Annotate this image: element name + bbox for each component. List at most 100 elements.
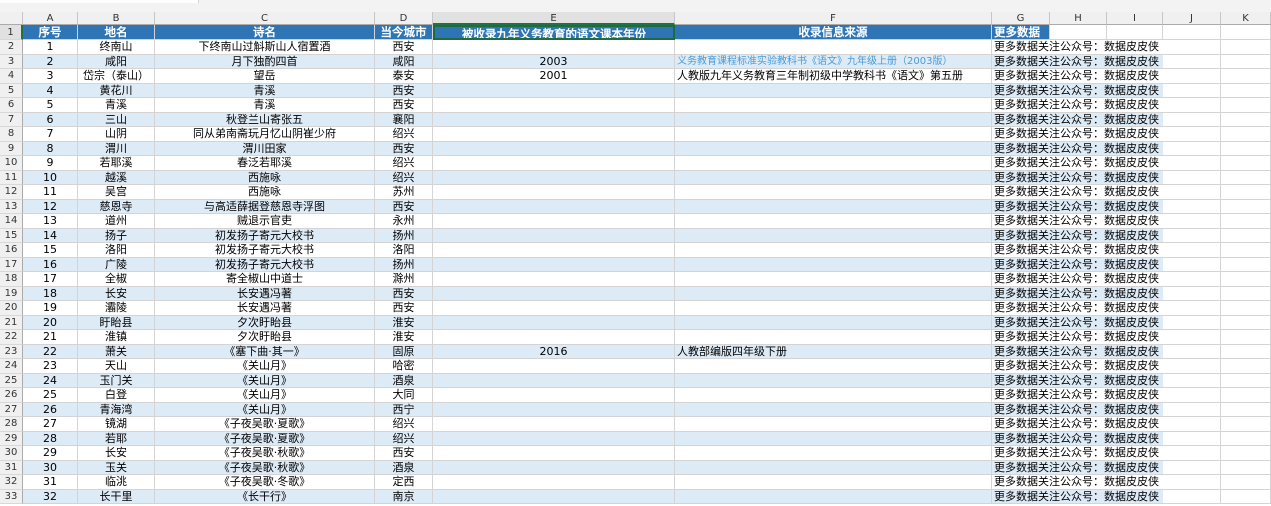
cell-poem[interactable]: 贼退示官吏: [155, 214, 375, 229]
cell-source[interactable]: [675, 98, 992, 113]
cell-more[interactable]: 更多数据关注公众号：数据皮皮侠: [992, 286, 1163, 301]
cell-place[interactable]: 淮镇: [78, 330, 155, 345]
cell-more[interactable]: 更多数据关注公众号：数据皮皮侠: [992, 301, 1163, 316]
empty-cell[interactable]: [1163, 475, 1221, 490]
empty-cell[interactable]: [1163, 315, 1221, 330]
empty-cell[interactable]: [1163, 170, 1221, 185]
empty-cell[interactable]: [1163, 286, 1221, 301]
cell-seq[interactable]: 11: [23, 185, 78, 200]
row-header[interactable]: 29: [0, 431, 23, 446]
cell-seq[interactable]: 5: [23, 98, 78, 113]
empty-cell[interactable]: [1221, 272, 1271, 287]
cell-seq[interactable]: 7: [23, 127, 78, 142]
cell-city[interactable]: 淮安: [375, 330, 433, 345]
cell-more[interactable]: 更多数据关注公众号：数据皮皮侠: [992, 330, 1163, 345]
cell-source[interactable]: 人教版九年义务教育三年制初级中学教科书《语文》第五册: [675, 69, 992, 84]
empty-cell[interactable]: [1163, 83, 1221, 98]
cell-source[interactable]: [675, 402, 992, 417]
cell-seq[interactable]: 29: [23, 446, 78, 461]
cell-seq[interactable]: 9: [23, 156, 78, 171]
cell-place[interactable]: 临洮: [78, 475, 155, 490]
cell-source[interactable]: [675, 170, 992, 185]
empty-cell[interactable]: [1163, 185, 1221, 200]
cell-place[interactable]: 终南山: [78, 40, 155, 55]
header-cell-more[interactable]: 更多数据: [992, 25, 1050, 40]
cell-city[interactable]: 滁州: [375, 272, 433, 287]
empty-cell[interactable]: [1221, 170, 1271, 185]
empty-cell[interactable]: [1163, 199, 1221, 214]
row-header[interactable]: 12: [0, 185, 23, 200]
cell-source[interactable]: [675, 359, 992, 374]
cell-year[interactable]: [433, 446, 675, 461]
empty-cell[interactable]: [1221, 460, 1271, 475]
cell-place[interactable]: 全椒: [78, 272, 155, 287]
cell-poem[interactable]: 下终南山过斛斯山人宿置酒: [155, 40, 375, 55]
cell-seq[interactable]: 23: [23, 359, 78, 374]
cell-seq[interactable]: 19: [23, 301, 78, 316]
cell-source[interactable]: [675, 330, 992, 345]
empty-cell[interactable]: [1221, 40, 1271, 55]
cell-city[interactable]: 绍兴: [375, 127, 433, 142]
cell-source[interactable]: [675, 431, 992, 446]
row-header[interactable]: 16: [0, 243, 23, 258]
column-header-k[interactable]: K: [1221, 12, 1271, 25]
cell-place[interactable]: 渭川: [78, 141, 155, 156]
row-header[interactable]: 6: [0, 98, 23, 113]
empty-cell[interactable]: [1221, 417, 1271, 432]
cell-poem[interactable]: 长安遇冯著: [155, 286, 375, 301]
row-header[interactable]: 17: [0, 257, 23, 272]
cell-city[interactable]: 咸阳: [375, 54, 433, 69]
row-header[interactable]: 11: [0, 170, 23, 185]
cell-seq[interactable]: 12: [23, 199, 78, 214]
cell-year[interactable]: [433, 388, 675, 403]
empty-cell[interactable]: [1221, 98, 1271, 113]
cell-city[interactable]: 西安: [375, 286, 433, 301]
cell-more[interactable]: 更多数据关注公众号：数据皮皮侠: [992, 431, 1163, 446]
cell-city[interactable]: 西宁: [375, 402, 433, 417]
empty-cell[interactable]: [1221, 228, 1271, 243]
row-header[interactable]: 8: [0, 127, 23, 142]
empty-cell[interactable]: [1221, 431, 1271, 446]
cell-poem[interactable]: 《子夜吴歌·夏歌》: [155, 431, 375, 446]
cell-more[interactable]: 更多数据关注公众号：数据皮皮侠: [992, 83, 1163, 98]
cell-more[interactable]: 更多数据关注公众号：数据皮皮侠: [992, 272, 1163, 287]
cell-seq[interactable]: 25: [23, 388, 78, 403]
cell-year[interactable]: [433, 489, 675, 504]
cell-seq[interactable]: 13: [23, 214, 78, 229]
header-cell-seq[interactable]: 序号: [23, 25, 78, 40]
header-cell-place[interactable]: 地名: [78, 25, 155, 40]
cell-poem[interactable]: 夕次盱眙县: [155, 330, 375, 345]
cell-more[interactable]: 更多数据关注公众号：数据皮皮侠: [992, 185, 1163, 200]
cell-more[interactable]: 更多数据关注公众号：数据皮皮侠: [992, 344, 1163, 359]
cell-place[interactable]: 长干里: [78, 489, 155, 504]
cell-seq[interactable]: 14: [23, 228, 78, 243]
cell-year[interactable]: [433, 402, 675, 417]
cell-more[interactable]: 更多数据关注公众号：数据皮皮侠: [992, 228, 1163, 243]
cell-poem[interactable]: 《子夜吴歌·冬歌》: [155, 475, 375, 490]
cell-city[interactable]: 酒泉: [375, 373, 433, 388]
cell-more[interactable]: 更多数据关注公众号：数据皮皮侠: [992, 40, 1163, 55]
cell-place[interactable]: 山阴: [78, 127, 155, 142]
empty-cell[interactable]: [1163, 330, 1221, 345]
cell-city[interactable]: 南京: [375, 489, 433, 504]
empty-cell[interactable]: [1163, 344, 1221, 359]
cell-source[interactable]: 义务教育课程标准实验教科书《语文》九年级上册（2003版）: [675, 54, 992, 69]
cell-poem[interactable]: 《关山月》: [155, 373, 375, 388]
cell-city[interactable]: 绍兴: [375, 431, 433, 446]
column-header-e[interactable]: E: [433, 12, 675, 25]
row-header[interactable]: 30: [0, 446, 23, 461]
empty-cell[interactable]: [1221, 301, 1271, 316]
cell-seq[interactable]: 4: [23, 83, 78, 98]
cell-year[interactable]: [433, 214, 675, 229]
cell-place[interactable]: 萧关: [78, 344, 155, 359]
cell-place[interactable]: 盱眙县: [78, 315, 155, 330]
cell-place[interactable]: 镜湖: [78, 417, 155, 432]
cell-seq[interactable]: 24: [23, 373, 78, 388]
empty-cell[interactable]: [1221, 402, 1271, 417]
empty-cell[interactable]: [1221, 489, 1271, 504]
empty-cell[interactable]: [1221, 54, 1271, 69]
cell-poem[interactable]: 《关山月》: [155, 388, 375, 403]
cell-year[interactable]: [433, 431, 675, 446]
row-header[interactable]: 31: [0, 460, 23, 475]
cell-more[interactable]: 更多数据关注公众号：数据皮皮侠: [992, 446, 1163, 461]
